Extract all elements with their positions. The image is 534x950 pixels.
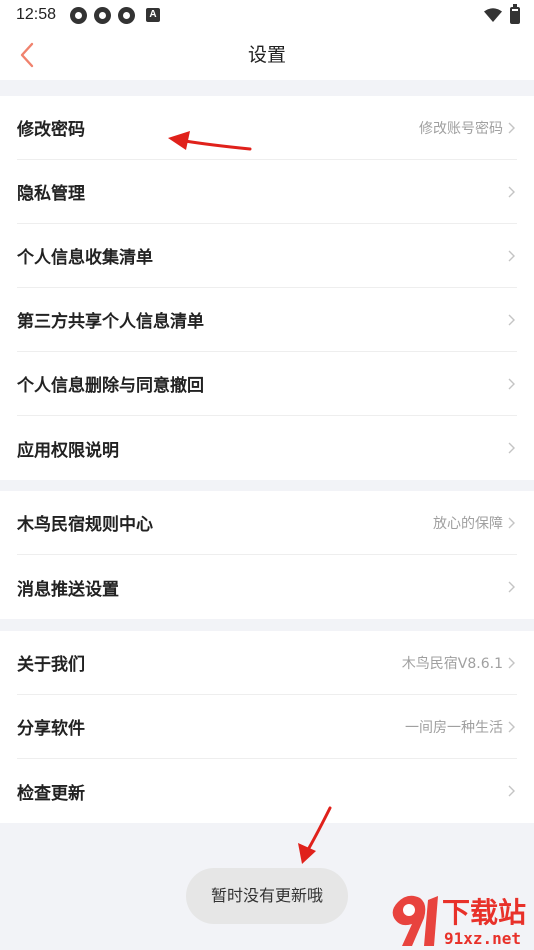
row-label: 修改密码 (17, 120, 85, 140)
row-label: 关于我们 (17, 655, 85, 675)
chevron-right-icon (508, 185, 517, 199)
chevron-right-icon (508, 313, 517, 327)
chevron-left-icon (20, 42, 34, 68)
gear-icon (94, 6, 112, 24)
gear-icon (118, 6, 136, 24)
settings-group-about: 关于我们 木鸟民宿V8.6.1 分享软件 一间房一种生活 检查更新 (0, 631, 534, 823)
watermark-logo: 下载站 91xz.net (392, 895, 526, 948)
status-bar: 12:58 A (0, 0, 534, 30)
settings-group-rules: 木鸟民宿规则中心 放心的保障 消息推送设置 (0, 491, 534, 619)
row-rules-center[interactable]: 木鸟民宿规则中心 放心的保障 (17, 491, 517, 555)
back-button[interactable] (12, 38, 42, 72)
chevron-right-icon (508, 656, 517, 670)
row-label: 隐私管理 (17, 184, 85, 204)
row-share-app[interactable]: 分享软件 一间房一种生活 (17, 695, 517, 759)
row-label: 分享软件 (17, 719, 85, 739)
a-badge-icon: A (146, 8, 161, 22)
chevron-right-icon (508, 516, 517, 530)
watermark-brand-text: 下载站 (442, 896, 526, 929)
gear-icon (70, 6, 88, 24)
row-privacy-management[interactable]: 隐私管理 (17, 160, 517, 224)
battery-icon (510, 3, 520, 24)
row-value: 木鸟民宿V8.6.1 (401, 655, 503, 672)
row-value: 一间房一种生活 (405, 719, 503, 736)
page-title: 设置 (247, 44, 286, 66)
status-right (484, 3, 520, 24)
row-third-party-sharing[interactable]: 第三方共享个人信息清单 (17, 288, 517, 352)
chevron-right-icon (508, 580, 517, 594)
status-time: 12:58 (16, 6, 57, 23)
row-personal-info-collection[interactable]: 个人信息收集清单 (17, 224, 517, 288)
chevron-right-icon (508, 377, 517, 391)
row-label: 应用权限说明 (17, 440, 119, 461)
nav-bar: 设置 (0, 30, 534, 80)
row-label: 个人信息收集清单 (17, 248, 153, 268)
row-label: 消息推送设置 (17, 579, 119, 600)
row-check-update[interactable]: 检查更新 (17, 759, 517, 823)
chevron-right-icon (508, 784, 517, 798)
chevron-right-icon (508, 121, 517, 135)
row-app-permissions[interactable]: 应用权限说明 (17, 416, 517, 480)
row-info-deletion-consent[interactable]: 个人信息删除与同意撤回 (17, 352, 517, 416)
row-change-password[interactable]: 修改密码 修改账号密码 (17, 96, 517, 160)
row-push-settings[interactable]: 消息推送设置 (17, 555, 517, 619)
status-icons: A (70, 6, 161, 24)
toast-message: 暂时没有更新哦 (186, 868, 348, 924)
chevron-right-icon (508, 249, 517, 263)
row-value: 放心的保障 (433, 515, 503, 532)
wifi-icon (484, 8, 502, 22)
settings-group-account: 修改密码 修改账号密码 隐私管理 个人信息收集清单 第三方共享个人信息清单 个人… (0, 96, 534, 480)
row-label: 第三方共享个人信息清单 (17, 312, 204, 332)
chevron-right-icon (508, 441, 517, 455)
row-value: 修改账号密码 (419, 120, 503, 137)
watermark-url-text: 91xz.net (444, 929, 521, 948)
row-label: 个人信息删除与同意撤回 (17, 376, 204, 396)
row-label: 检查更新 (17, 783, 85, 804)
row-label: 木鸟民宿规则中心 (17, 515, 153, 535)
row-about-us[interactable]: 关于我们 木鸟民宿V8.6.1 (17, 631, 517, 695)
chevron-right-icon (508, 720, 517, 734)
